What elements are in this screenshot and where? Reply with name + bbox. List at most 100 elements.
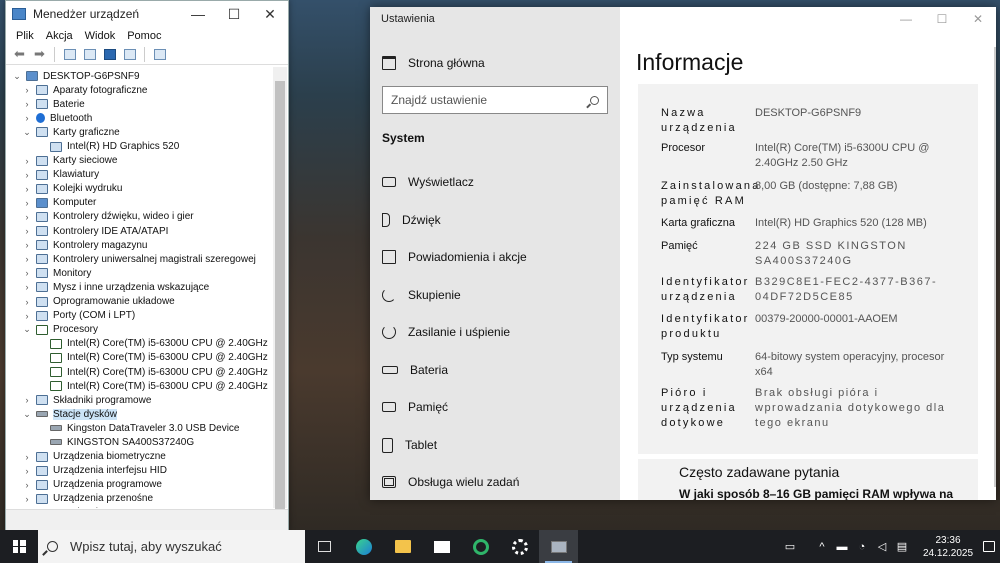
menu-help[interactable]: Pomoc	[121, 30, 167, 42]
expand-right-icon[interactable]: ›	[22, 311, 32, 321]
nav-item[interactable]: Wyświetlacz	[382, 175, 474, 189]
mail-button[interactable]	[422, 530, 461, 563]
expand-right-icon[interactable]: ›	[22, 85, 32, 95]
properties-icon[interactable]	[81, 47, 98, 62]
expand-down-icon[interactable]: ⌄	[22, 409, 32, 420]
console-tree-icon[interactable]	[61, 47, 78, 62]
device-category[interactable]: › Składniki programowe	[6, 393, 274, 407]
device-category[interactable]: › Monitory	[6, 266, 274, 280]
device-category[interactable]: › Porty (COM i LPT)	[6, 309, 274, 323]
expand-right-icon[interactable]: ›	[22, 170, 32, 180]
language-icon[interactable]: ▤	[892, 540, 912, 553]
nav-home[interactable]: Strona główna	[382, 56, 485, 70]
expand-right-icon[interactable]: ›	[22, 466, 32, 476]
expand-down-icon[interactable]: ⌄	[12, 71, 22, 82]
expand-down-icon[interactable]: ⌄	[22, 127, 32, 138]
settings-taskbar-button[interactable]	[500, 530, 539, 563]
settings-search-input[interactable]: Znajdź ustawienie	[382, 86, 608, 114]
taskbar-search-box[interactable]: Wpisz tutaj, aby wyszukać	[38, 530, 305, 563]
device-category[interactable]: › Aparaty fotograficzne	[6, 83, 274, 97]
expand-right-icon[interactable]: ›	[22, 282, 32, 292]
expand-right-icon[interactable]: ›	[22, 452, 32, 462]
tree-root[interactable]: ⌄ DESKTOP-G6PSNF9	[6, 69, 274, 83]
expand-right-icon[interactable]: ›	[22, 156, 32, 166]
menu-file[interactable]: Plik	[10, 30, 40, 42]
back-arrow-icon[interactable]: ⬅	[11, 46, 28, 62]
expand-right-icon[interactable]: ›	[22, 254, 32, 264]
expand-right-icon[interactable]: ›	[22, 198, 32, 208]
expand-right-icon[interactable]: ›	[22, 226, 32, 236]
device-category[interactable]: › Bluetooth	[6, 111, 274, 125]
device-category[interactable]: › Komputer	[6, 196, 274, 210]
device-item[interactable]: Intel(R) HD Graphics 520	[6, 139, 274, 153]
menu-view[interactable]: Widok	[79, 30, 122, 42]
keyboard-icon[interactable]: ▭	[780, 540, 800, 553]
expand-down-icon[interactable]: ⌄	[22, 324, 32, 335]
device-manager-titlebar[interactable]: Menedżer urządzeń — ☐ ✕	[6, 1, 288, 27]
expand-right-icon[interactable]: ›	[22, 184, 32, 194]
device-category[interactable]: › Kolejki wydruku	[6, 182, 274, 196]
view-icon[interactable]	[121, 47, 138, 62]
device-category[interactable]: › Karty sieciowe	[6, 154, 274, 168]
chevron-up-icon[interactable]: ^	[812, 541, 832, 553]
device-category[interactable]: ›Urządzenia systemowe	[6, 506, 274, 508]
nav-item[interactable]: Zasilanie i uśpienie	[382, 325, 510, 339]
device-item[interactable]: Intel(R) Core(TM) i5-6300U CPU @ 2.40GHz	[6, 365, 274, 379]
file-explorer-button[interactable]	[383, 530, 422, 563]
maximize-icon[interactable]: ☐	[216, 1, 252, 27]
expand-right-icon[interactable]: ›	[22, 212, 32, 222]
device-category[interactable]: › Klawiatury	[6, 168, 274, 182]
help-icon[interactable]	[101, 47, 118, 62]
device-category[interactable]: › Urządzenia biometryczne	[6, 450, 274, 464]
start-button[interactable]	[0, 530, 38, 563]
nav-item[interactable]: Obsługa wielu zadań	[382, 475, 519, 489]
close-icon[interactable]: ✕	[252, 1, 288, 27]
device-category[interactable]: ⌄ Stacje dysków	[6, 407, 274, 421]
device-category[interactable]: › Kontrolery uniwersalnej magistrali szer…	[6, 252, 274, 266]
maximize-icon[interactable]: ☐	[924, 7, 960, 31]
device-manager-taskbar-button[interactable]	[539, 530, 578, 563]
volume-icon[interactable]: ◁	[872, 540, 892, 553]
expand-right-icon[interactable]: ›	[22, 395, 32, 405]
device-category[interactable]: › Kontrolery magazynu	[6, 238, 274, 252]
task-view-button[interactable]	[305, 530, 344, 563]
network-icon[interactable]: ◔	[852, 541, 872, 553]
device-item[interactable]: Intel(R) Core(TM) i5-6300U CPU @ 2.40GHz	[6, 379, 274, 393]
expand-right-icon[interactable]: ›	[22, 480, 32, 490]
forward-arrow-icon[interactable]: ➡	[31, 46, 48, 62]
device-item[interactable]: Intel(R) Core(TM) i5-6300U CPU @ 2.40GHz	[6, 337, 274, 351]
device-category[interactable]: › Urządzenia przenośne	[6, 492, 274, 506]
nav-item[interactable]: Skupienie	[382, 287, 461, 302]
menu-action[interactable]: Akcja	[40, 30, 79, 42]
device-category[interactable]: › Baterie	[6, 97, 274, 111]
nav-item[interactable]: Pamięć	[382, 400, 448, 414]
scrollbar-thumb[interactable]	[275, 81, 285, 521]
expand-right-icon[interactable]: ›	[22, 494, 32, 504]
faq-question-link[interactable]: W jaki sposób 8–16 GB pamięci RAM wpływa…	[679, 487, 953, 500]
nav-item[interactable]: Dźwięk	[382, 212, 441, 227]
device-item[interactable]: Kingston DataTraveler 3.0 USB Device	[6, 421, 274, 435]
expand-right-icon[interactable]: ›	[22, 297, 32, 307]
device-category[interactable]: › Urządzenia interfejsu HID	[6, 464, 274, 478]
expand-right-icon[interactable]: ›	[22, 99, 32, 109]
device-category[interactable]: › Kontrolery dźwięku, wideo i gier	[6, 210, 274, 224]
battery-icon[interactable]: ▬	[832, 541, 852, 553]
scan-hardware-icon[interactable]	[151, 47, 168, 62]
minimize-icon[interactable]: —	[180, 1, 216, 27]
nav-item[interactable]: Powiadomienia i akcje	[382, 250, 527, 264]
opera-button[interactable]	[461, 530, 500, 563]
content-scrollbar[interactable]	[994, 47, 996, 487]
device-item[interactable]: KINGSTON SA400S37240G	[6, 435, 274, 449]
tree-scrollbar[interactable]	[273, 67, 287, 521]
action-center-button[interactable]	[978, 530, 1000, 563]
close-icon[interactable]: ✕	[960, 7, 996, 31]
nav-item[interactable]: Bateria	[382, 363, 448, 377]
expand-right-icon[interactable]: ›	[22, 113, 32, 123]
device-category[interactable]: › Kontrolery IDE ATA/ATAPI	[6, 224, 274, 238]
edge-button[interactable]	[344, 530, 383, 563]
device-category[interactable]: › Oprogramowanie układowe	[6, 295, 274, 309]
expand-right-icon[interactable]: ›	[22, 240, 32, 250]
device-category[interactable]: ⌄ Procesory	[6, 323, 274, 337]
expand-right-icon[interactable]: ›	[22, 268, 32, 278]
device-category[interactable]: › Mysz i inne urządzenia wskazujące	[6, 280, 274, 294]
